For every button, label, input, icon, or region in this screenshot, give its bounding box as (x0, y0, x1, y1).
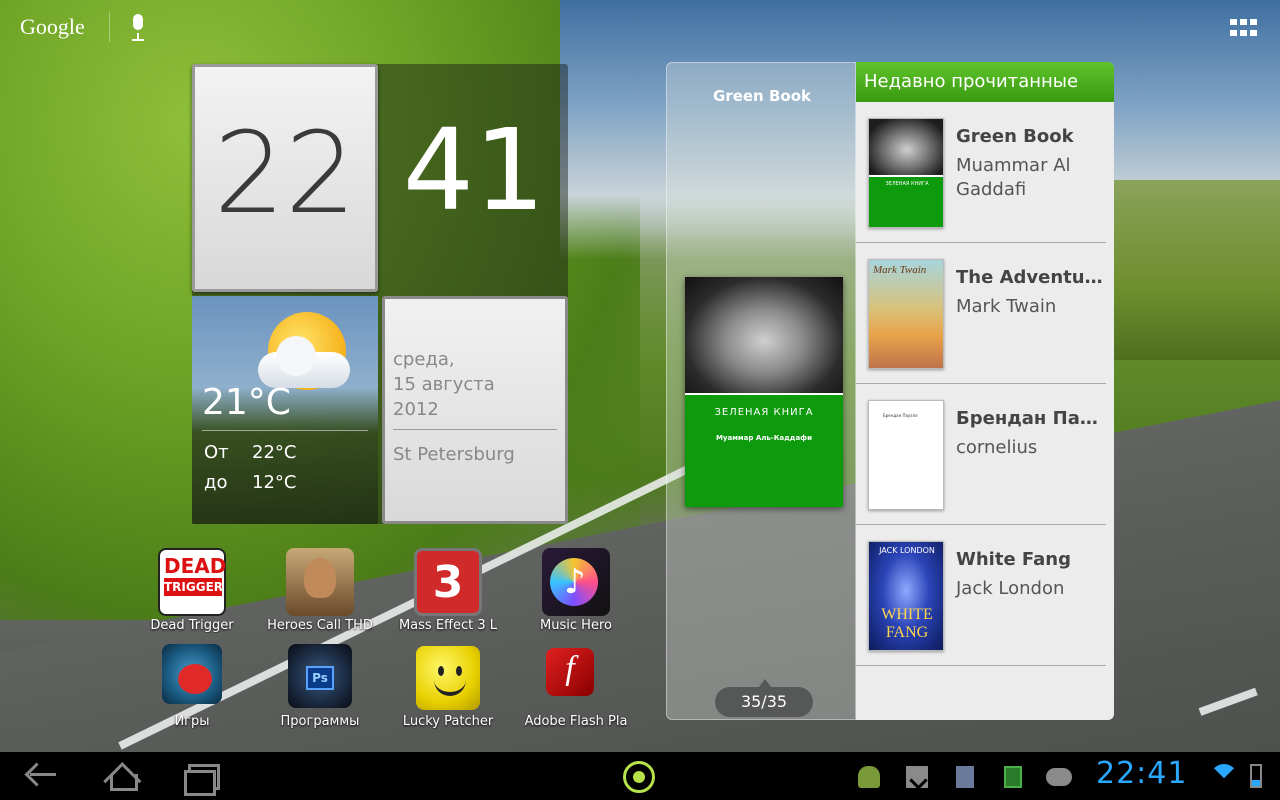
date-year: 2012 (393, 399, 439, 420)
app-adobe-flash[interactable]: f Adobe Flash Pla (512, 644, 640, 740)
book-author: Muammar Al Gaddafi (956, 155, 1071, 200)
recent-book-item[interactable]: Брендан Пауэлл Брендан Пауэлл cornelius (856, 384, 1106, 525)
book-title: Green Book (956, 126, 1074, 147)
weather-low-label: до (204, 472, 228, 493)
google-search-brand[interactable]: Google (20, 14, 85, 40)
recent-books-panel: Недавно прочитанные ЗЕЛЕНАЯ КНИГА Green … (856, 62, 1114, 720)
recent-book-item[interactable]: ЗЕЛЕНАЯ КНИГА Green Book Muammar Al Gadd… (856, 102, 1106, 243)
book-title: White Fang (956, 549, 1072, 570)
app-label: Music Hero (540, 618, 612, 633)
search-divider (109, 12, 110, 42)
date-divider (393, 429, 557, 430)
reader-widget: Green Book ЗЕЛЕНАЯ КНИГА Муаммар Аль-Кад… (666, 62, 1114, 720)
app-label: Dead Trigger (150, 618, 234, 633)
app-heroes-call[interactable]: Heroes Call THD (256, 548, 384, 644)
dead-trigger-icon: DEAD TRIGGER (158, 548, 226, 616)
weather-divider (202, 430, 368, 431)
sd-card-icon[interactable] (956, 766, 974, 788)
book-title: The Adventures of Tom Sawyer (956, 267, 1104, 288)
app-label: Heroes Call THD (267, 618, 373, 633)
date-day-month: 15 августа (393, 374, 495, 395)
book-thumbnail: JACK LONDON WHITE FANG (868, 541, 944, 651)
app-label: Lucky Patcher (402, 714, 494, 729)
page-counter: 35/35 (715, 687, 813, 717)
book-title: Брендан Пауэлл (956, 408, 1104, 429)
games-folder-icon (162, 644, 222, 704)
folder-games[interactable]: Игры (128, 644, 256, 740)
app-label: Игры (174, 714, 210, 729)
wifi-icon[interactable] (1210, 764, 1238, 792)
mic-icon[interactable] (130, 14, 146, 42)
page-counter-notch (759, 679, 771, 687)
back-icon[interactable] (22, 760, 62, 792)
book-thumbnail: Брендан Пауэлл (868, 400, 944, 510)
status-clock[interactable]: 22:41 (1096, 756, 1187, 791)
weather-high-value: 22°C (252, 442, 297, 463)
recent-book-item[interactable]: JACK LONDON WHITE FANG White Fang Jack L… (856, 525, 1106, 666)
date-weekday: среда, (393, 349, 455, 370)
system-bar: 22:41 (0, 752, 1280, 800)
app-label: Программы (280, 714, 360, 729)
book-author: Mark Twain (956, 296, 1057, 317)
book-author: cornelius (956, 437, 1038, 458)
app-mass-effect[interactable]: 3 Mass Effect 3 L (384, 548, 512, 644)
current-book-panel[interactable]: Green Book ЗЕЛЕНАЯ КНИГА Муаммар Аль-Кад… (666, 62, 856, 720)
flash-icon: f (546, 648, 594, 696)
weather-low-value: 12°C (252, 472, 297, 493)
location-city: St Petersburg (393, 444, 515, 465)
android-debug-icon[interactable] (858, 766, 880, 788)
book-icon[interactable] (1004, 766, 1022, 788)
date-panel[interactable]: среда, 15 августа 2012 St Petersburg (382, 296, 568, 524)
recent-book-item[interactable]: Mark Twain The Adventures of Tom Sawyer … (856, 243, 1106, 384)
home-icon[interactable] (100, 760, 140, 792)
weather-high-row: От 22°C (204, 442, 296, 463)
ring-launcher-icon[interactable] (623, 761, 655, 793)
battery-icon[interactable] (1250, 764, 1262, 788)
app-lucky-patcher[interactable]: Lucky Patcher (384, 644, 512, 740)
recent-apps-icon[interactable] (180, 760, 220, 796)
book-author: Jack London (956, 578, 1065, 599)
weather-current-temp: 21°C (202, 382, 291, 423)
download-icon[interactable] (906, 766, 928, 788)
heroes-call-icon (286, 548, 354, 616)
book-thumbnail: ЗЕЛЕНАЯ КНИГА (868, 118, 944, 228)
app-label: Adobe Flash Pla (524, 714, 628, 729)
current-book-cover[interactable]: ЗЕЛЕНАЯ КНИГА Муаммар Аль-Каддафи (685, 277, 843, 507)
steam-icon[interactable] (1046, 768, 1072, 786)
programs-folder-icon: Ps (288, 644, 352, 708)
app-dead-trigger[interactable]: DEAD TRIGGER Dead Trigger (128, 548, 256, 644)
clock-hours-tile: 22 (192, 64, 378, 292)
book-thumbnail: Mark Twain (868, 259, 944, 369)
weather-panel[interactable]: 21°C От 22°C до 12°C (192, 296, 378, 524)
weather-low-row: до 12°C (204, 472, 296, 493)
clock-minutes: 41 (402, 106, 546, 236)
cover-author: Муаммар Аль-Каддафи (715, 434, 813, 442)
folder-programs[interactable]: Ps Программы (256, 644, 384, 740)
clock-hours: 22 (213, 109, 357, 239)
cover-portrait (685, 277, 843, 393)
cover-green-block: ЗЕЛЕНАЯ КНИГА Муаммар Аль-Каддафи (685, 395, 843, 507)
music-hero-icon: ♪ (542, 548, 610, 616)
mass-effect-icon: 3 (414, 548, 482, 616)
app-label: Mass Effect 3 L (398, 618, 498, 633)
recent-books-header: Недавно прочитанные (856, 62, 1114, 102)
all-apps-grid-icon[interactable] (1230, 19, 1257, 37)
clock-widget[interactable]: 22 41 21°C От 22°C до 12°C среда, 15 авгус… (192, 64, 568, 524)
cover-title: ЗЕЛЕНАЯ КНИГА (714, 407, 814, 418)
app-music-hero[interactable]: ♪ Music Hero (512, 548, 640, 644)
smiley-icon (416, 646, 480, 710)
current-book-title: Green Book (713, 87, 811, 105)
weather-high-label: От (204, 442, 229, 463)
wallpaper-valley (1100, 180, 1280, 360)
